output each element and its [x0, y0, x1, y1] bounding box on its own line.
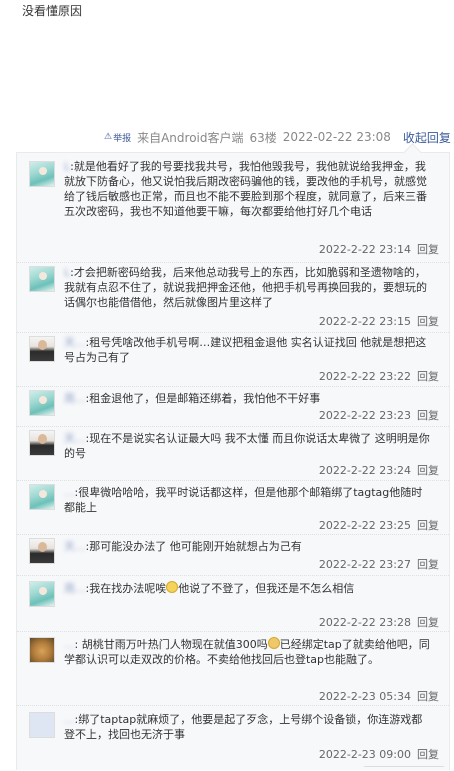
reply-footer: 2022-2-22 23:24 回复 — [319, 462, 439, 478]
reply-content: 天...:那可能没办法了 他可能刚开始就想占为己有 — [64, 539, 433, 554]
reply-content: ...:很卑微哈哈哈，我平时说话都这样，但是他那个邮箱绑了tagtag他随时都能… — [64, 485, 433, 515]
reply-footer: 2022-2-22 23:27 回复 — [319, 556, 439, 572]
post-source: 来自Android客户端 — [137, 130, 244, 145]
reply-username[interactable]: 周... — [64, 392, 86, 405]
bottom-divider — [364, 766, 444, 771]
avatar[interactable] — [29, 538, 55, 564]
reply-username[interactable]: L — [64, 160, 70, 173]
reply-text: :才会把新密码给我，后来他总动我号上的东西，比如脆弱和圣遗物啥的，我就有点忍不住… — [64, 266, 427, 309]
avatar[interactable] — [29, 430, 55, 456]
reply-text: 他说了不登了，但我还是不怎么相信 — [178, 582, 355, 595]
reply-username[interactable]: ... — [64, 638, 75, 651]
reply-button[interactable]: 回复 — [417, 558, 439, 571]
reply-button[interactable]: 回复 — [417, 370, 439, 383]
reply-footer: 2022-2-22 23:23 回复 — [319, 407, 439, 423]
reply-button[interactable]: 回复 — [417, 243, 439, 256]
list-item: ...: 胡桃甘雨万叶热门人物现在就值300吗 已经绑定tap了就卖给他吧，同学都… — [17, 632, 449, 706]
reply-time: 2022-2-22 23:23 — [318, 409, 411, 422]
list-item: 天...:现在不是说实名认证最大吗 我不太懂 而且你说话太卑微了 这明明是你的号… — [17, 427, 449, 481]
post-meta-bar: ⚠ 举报 来自Android客户端 63楼 2022-02-22 23:08 收… — [104, 129, 451, 145]
reply-username[interactable]: 周... — [64, 582, 86, 595]
reply-time: 2022-2-22 23:27 — [318, 558, 411, 571]
reply-text: : 胡桃甘雨万叶热门人物现在就值300吗 — [74, 638, 268, 651]
reply-button[interactable]: 回复 — [417, 616, 439, 629]
reply-time: 2022-2-22 23:15 — [318, 315, 411, 328]
reply-content: 天...:租号凭啥改他手机号啊…建议把租金退他 实名认证找回 他就是想把这号占为… — [64, 335, 433, 365]
reply-username[interactable]: 天... — [64, 432, 86, 445]
reply-text: :就是他看好了我的号要找我共号，我怕他毁我号，我他就说给我押金，我就放下防备心，… — [64, 160, 427, 218]
reply-time: 2022-2-23 09:00 — [318, 748, 411, 761]
reply-username[interactable]: ... — [64, 486, 75, 499]
reply-footer: 2022-2-22 23:15 回复 — [319, 313, 439, 329]
post-time: 2022-02-22 23:08 — [282, 130, 391, 144]
avatar[interactable] — [29, 161, 55, 187]
list-item: ...:很卑微哈哈哈，我平时说话都这样，但是他那个邮箱绑了tagtag他随时都能… — [17, 481, 449, 535]
reply-footer: 2022-2-22 23:28 回复 — [319, 614, 439, 630]
reply-time: 2022-2-22 23:14 — [318, 243, 411, 256]
list-item: 天...:那可能没办法了 他可能刚开始就想占为己有 2022-2-22 23:2… — [17, 535, 449, 576]
avatar[interactable] — [29, 336, 55, 362]
reply-time: 2022-2-22 23:25 — [318, 519, 411, 532]
report-label: 举报 — [113, 133, 132, 144]
post-text: 没看懂原因 — [22, 4, 83, 18]
reply-time: 2022-2-22 23:22 — [318, 370, 411, 383]
reply-button[interactable]: 回复 — [417, 464, 439, 477]
avatar[interactable] — [29, 266, 55, 292]
reply-list: L:就是他看好了我的号要找我共号，我怕他毁我号，我他就说给我押金，我就放下防备心… — [16, 143, 450, 771]
avatar[interactable] — [29, 712, 55, 738]
list-item: 天...:租号凭啥改他手机号啊…建议把租金退他 实名认证找回 他就是想把这号占为… — [17, 333, 449, 387]
reply-content: 周...:我在找办法呢唉 他说了不登了，但我还是不怎么相信 — [64, 581, 433, 596]
reply-username[interactable]: 天... — [64, 336, 86, 349]
reply-username[interactable]: ... — [64, 713, 75, 726]
reply-time: 2022-2-22 23:28 — [318, 616, 411, 629]
reply-time: 2022-2-22 23:24 — [318, 464, 411, 477]
report-link[interactable]: ⚠ 举报 — [104, 131, 131, 144]
reply-username[interactable]: L — [64, 266, 70, 279]
list-item: L:就是他看好了我的号要找我共号，我怕他毁我号，我他就说给我押金，我就放下防备心… — [17, 153, 449, 263]
smiley-emoji-icon — [166, 581, 179, 593]
reply-text: :绑了taptap就麻烦了，他要是起了歹念，上号绑个设备锁，你连游戏都登不上，找… — [64, 713, 423, 741]
reply-footer: 2022-2-23 05:34 回复 — [319, 688, 439, 704]
reply-footer: 2022-2-22 23:25 回复 — [319, 517, 439, 533]
avatar[interactable] — [29, 637, 55, 663]
list-item: ...:绑了taptap就麻烦了，他要是起了歹念，上号绑个设备锁，你连游戏都登不… — [17, 706, 449, 771]
collapse-replies-link[interactable]: 收起回复 — [403, 129, 451, 146]
reply-footer: 2022-2-23 09:00 回复 — [319, 746, 439, 762]
reply-text: :很卑微哈哈哈，我平时说话都这样，但是他那个邮箱绑了tagtag他随时都能上 — [64, 486, 423, 514]
list-item: 周...:我在找办法呢唉 他说了不登了，但我还是不怎么相信 2022-2-22 2… — [17, 576, 449, 632]
reply-button[interactable]: 回复 — [417, 315, 439, 328]
reply-text: :那可能没办法了 他可能刚开始就想占为己有 — [85, 540, 302, 553]
post-floor: 63楼 — [249, 130, 277, 145]
reply-footer: 2022-2-22 23:22 回复 — [319, 368, 439, 384]
list-item: 周...:租金退他了，但是邮箱还绑着，我怕他不干好事 2022-2-22 23:… — [17, 387, 449, 427]
reply-content: ...:绑了taptap就麻烦了，他要是起了歹念，上号绑个设备锁，你连游戏都登不… — [64, 712, 433, 742]
reply-button[interactable]: 回复 — [417, 519, 439, 532]
reply-button[interactable]: 回复 — [417, 409, 439, 422]
reply-content: L:才会把新密码给我，后来他总动我号上的东西，比如脆弱和圣遗物啥的，我就有点忍不… — [64, 265, 433, 310]
reply-text: :租号凭啥改他手机号啊…建议把租金退他 实名认证找回 他就是想把这号占为己有了 — [64, 336, 427, 364]
avatar[interactable] — [29, 390, 55, 416]
reply-username[interactable]: 天... — [64, 540, 86, 553]
list-item: L:才会把新密码给我，后来他总动我号上的东西，比如脆弱和圣遗物啥的，我就有点忍不… — [17, 263, 449, 333]
avatar[interactable] — [29, 484, 55, 510]
warning-icon: ⚠ — [104, 132, 113, 142]
reply-button[interactable]: 回复 — [417, 748, 439, 761]
reply-content: 天...:现在不是说实名认证最大吗 我不太懂 而且你说话太卑微了 这明明是你的号 — [64, 431, 433, 461]
avatar[interactable] — [29, 581, 55, 607]
reply-text: :现在不是说实名认证最大吗 我不太懂 而且你说话太卑微了 这明明是你的号 — [64, 432, 430, 460]
reply-text: :我在找办法呢唉 — [85, 582, 167, 595]
reply-button[interactable]: 回复 — [417, 690, 439, 703]
reply-time: 2022-2-23 05:34 — [318, 690, 411, 703]
reply-footer: 2022-2-22 23:14 回复 — [319, 241, 439, 257]
grinning-emoji-icon — [267, 637, 280, 649]
reply-content: 周...:租金退他了，但是邮箱还绑着，我怕他不干好事 — [64, 391, 433, 406]
reply-text: :租金退他了，但是邮箱还绑着，我怕他不干好事 — [85, 392, 321, 405]
reply-content: L:就是他看好了我的号要找我共号，我怕他毁我号，我他就说给我押金，我就放下防备心… — [64, 159, 433, 219]
reply-content: ...: 胡桃甘雨万叶热门人物现在就值300吗 已经绑定tap了就卖给他吧，同学都… — [64, 637, 433, 667]
